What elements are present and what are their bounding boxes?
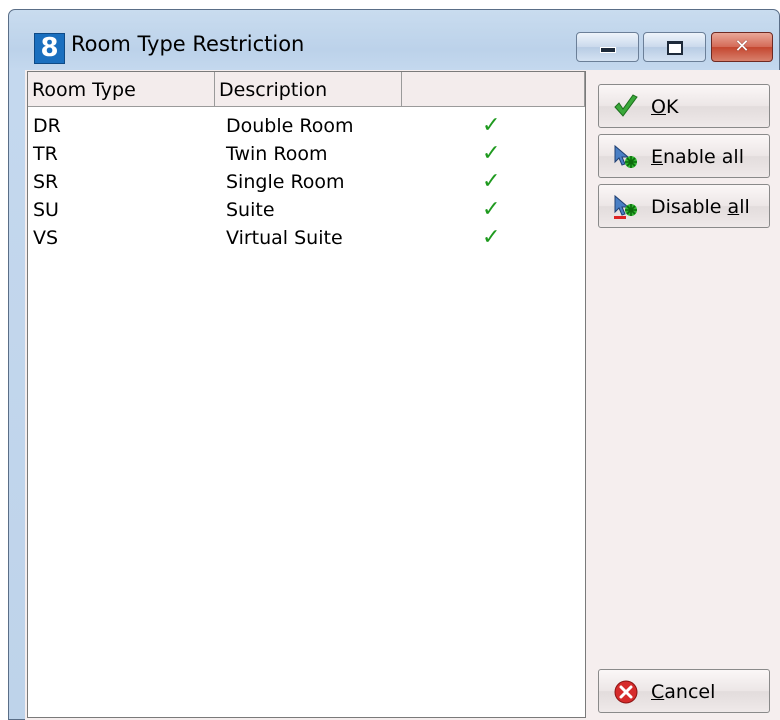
room-type-description: Double Room [226,115,354,137]
room-type-description: Suite [226,199,275,221]
table-row[interactable]: TR Twin Room ✓ [28,140,585,168]
table-row[interactable]: DR Double Room ✓ [28,112,585,140]
room-type-code: TR [33,143,58,165]
room-type-code: VS [33,227,59,249]
enable-all-label: Enable all [651,146,744,168]
column-header-description[interactable]: Description [215,72,402,106]
enabled-check-icon[interactable]: ✓ [482,140,500,168]
room-type-code: SR [33,171,59,193]
column-header-enabled[interactable] [402,72,585,106]
enable-cursor-icon [614,144,637,168]
maximize-icon [644,33,705,61]
enable-all-button[interactable]: Enable all [598,134,770,178]
minimize-icon [577,33,638,61]
enabled-check-icon[interactable]: ✓ [482,224,500,252]
room-type-description: Twin Room [226,143,328,165]
maximize-button[interactable] [643,32,706,62]
green-checkmark-icon [614,94,638,117]
enabled-check-icon[interactable]: ✓ [482,196,500,224]
window-title: Room Type Restriction [71,32,305,56]
list-header: Room Type Description [28,72,585,107]
disable-cursor-icon [614,194,637,219]
room-type-code: SU [33,199,59,221]
room-type-code: DR [33,115,61,137]
cancel-button-label: Cancel [651,681,716,703]
enabled-check-icon[interactable]: ✓ [482,112,500,140]
ok-button[interactable]: OK [598,84,770,128]
app-logo-icon: 8 [34,33,65,64]
ok-button-label: OK [651,96,679,118]
close-button[interactable]: ✕ [711,32,773,62]
cancel-button[interactable]: Cancel [598,669,770,713]
dialog-client-area: Room Type Description DR Double Room ✓ T… [25,70,780,720]
dialog-window: 8 Room Type Restriction ✕ Room Type Desc… [8,9,780,720]
title-bar[interactable]: 8 Room Type Restriction ✕ [9,10,779,72]
disable-all-button[interactable]: Disable all [598,184,770,228]
table-row[interactable]: SR Single Room ✓ [28,168,585,196]
column-header-room-type[interactable]: Room Type [28,72,215,106]
room-type-list[interactable]: Room Type Description DR Double Room ✓ T… [27,71,586,718]
table-row[interactable]: VS Virtual Suite ✓ [28,224,585,252]
red-x-circle-icon [614,680,638,704]
room-type-description: Single Room [226,171,345,193]
enabled-check-icon[interactable]: ✓ [482,168,500,196]
close-icon: ✕ [734,36,750,57]
table-row[interactable]: SU Suite ✓ [28,196,585,224]
disable-all-label: Disable all [651,196,750,218]
room-type-description: Virtual Suite [226,227,343,249]
minimize-button[interactable] [576,32,639,62]
